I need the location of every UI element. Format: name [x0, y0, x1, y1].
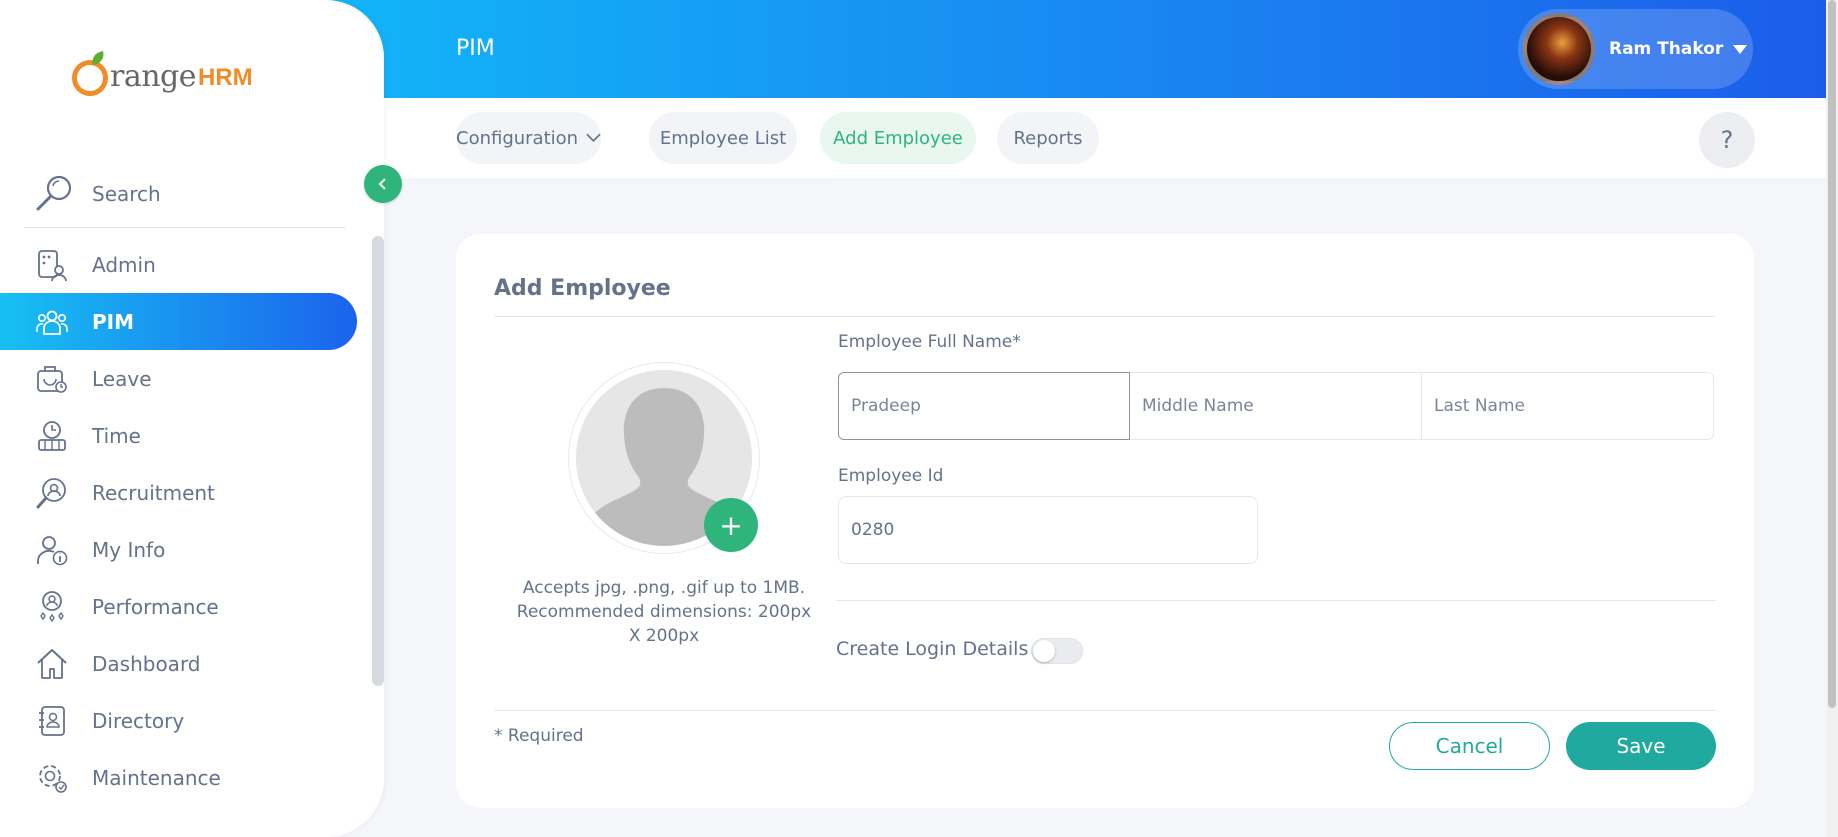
sidebar-item-label: Time	[92, 423, 141, 448]
logo-text-hrm: HRM	[198, 64, 253, 91]
sidebar: range HRM Search Admin PIM Leave Time Re…	[0, 0, 384, 837]
logo-text: range	[110, 58, 197, 94]
time-icon	[34, 418, 70, 454]
sidebar-item-leave[interactable]: Leave	[0, 350, 384, 407]
save-button[interactable]: Save	[1566, 722, 1716, 770]
top-navigation: Configuration Employee List Add Employee…	[384, 98, 1826, 178]
page-title: PIM	[456, 36, 495, 61]
tab-employee-list[interactable]: Employee List	[649, 112, 797, 164]
tab-label: Employee List	[659, 127, 787, 149]
title-divider	[494, 316, 1716, 317]
middle-name-input[interactable]	[1130, 372, 1422, 440]
toggle-knob	[1033, 640, 1055, 662]
add-photo-button[interactable]: +	[704, 498, 758, 552]
create-login-toggle[interactable]	[1031, 638, 1083, 664]
tab-reports[interactable]: Reports	[997, 112, 1099, 164]
sidebar-menu: Admin PIM Leave Time Recruitment My Info…	[0, 236, 384, 806]
sidebar-scrollbar[interactable]	[372, 236, 384, 686]
sidebar-item-time[interactable]: Time	[0, 407, 384, 464]
employee-id-label: Employee Id	[838, 466, 944, 486]
required-note: * Required	[494, 726, 584, 746]
orange-logo-icon	[72, 50, 108, 96]
sidebar-item-performance[interactable]: Performance	[0, 578, 384, 635]
performance-icon	[34, 589, 70, 625]
sidebar-item-my-info[interactable]: My Info	[0, 521, 384, 578]
add-employee-card: Add Employee + Accepts jpg, .png, .gif u…	[456, 234, 1754, 808]
avatar	[1523, 13, 1595, 85]
cancel-button[interactable]: Cancel	[1389, 722, 1550, 770]
sidebar-item-dashboard[interactable]: Dashboard	[0, 635, 384, 692]
sidebar-item-label: Admin	[92, 252, 156, 277]
full-name-label: Employee Full Name*	[838, 332, 1021, 352]
full-name-fields	[838, 372, 1714, 440]
sidebar-item-label: My Info	[92, 537, 166, 562]
tab-configuration[interactable]: Configuration	[456, 112, 601, 164]
tab-label: Reports	[1013, 127, 1083, 149]
dashboard-icon	[34, 646, 70, 682]
sidebar-item-label: Leave	[92, 366, 152, 391]
user-menu-dropdown[interactable]: Ram Thakor	[1518, 9, 1753, 89]
employee-id-input[interactable]	[838, 496, 1258, 564]
pim-icon	[34, 304, 70, 340]
sidebar-item-recruitment[interactable]: Recruitment	[0, 464, 384, 521]
page-scrollbar-thumb[interactable]	[1828, 0, 1836, 708]
maintenance-icon	[34, 760, 70, 796]
sidebar-collapse-button[interactable]	[364, 165, 402, 203]
caret-down-icon	[1733, 44, 1748, 54]
my-info-icon	[34, 532, 70, 568]
help-button[interactable]: ?	[1699, 112, 1755, 168]
sidebar-item-label: Maintenance	[92, 765, 221, 790]
sidebar-item-label: Dashboard	[92, 651, 201, 676]
sidebar-item-admin[interactable]: Admin	[0, 236, 384, 293]
sidebar-search[interactable]: Search	[24, 160, 346, 228]
tab-label: Add Employee	[833, 127, 963, 149]
sidebar-item-pim[interactable]: PIM	[0, 293, 357, 350]
first-name-input[interactable]	[838, 372, 1130, 440]
search-label: Search	[92, 181, 161, 206]
photo-upload-hint: Accepts jpg, .png, .gif up to 1MB. Recom…	[516, 578, 812, 646]
search-icon	[36, 175, 72, 210]
directory-icon	[34, 703, 70, 739]
chevron-left-icon	[378, 178, 386, 190]
sidebar-item-label: Performance	[92, 594, 219, 619]
create-login-label: Create Login Details	[836, 638, 1029, 660]
sidebar-item-label: PIM	[92, 309, 135, 334]
orangehrm-logo: range HRM	[72, 42, 272, 102]
sidebar-item-directory[interactable]: Directory	[0, 692, 384, 749]
recruitment-icon	[34, 475, 70, 511]
page-scrollbar[interactable]	[1826, 0, 1838, 837]
sidebar-item-label: Recruitment	[92, 480, 215, 505]
chevron-down-icon	[586, 133, 601, 142]
footer-divider	[494, 710, 1716, 711]
form-title: Add Employee	[494, 276, 671, 301]
tab-label: Configuration	[456, 127, 579, 149]
leave-icon	[34, 361, 70, 397]
admin-icon	[34, 247, 70, 283]
user-name: Ram Thakor	[1609, 39, 1724, 59]
last-name-input[interactable]	[1422, 372, 1714, 440]
section-divider	[836, 600, 1716, 601]
sidebar-item-maintenance[interactable]: Maintenance	[0, 749, 384, 806]
tab-add-employee[interactable]: Add Employee	[820, 112, 976, 164]
sidebar-item-label: Directory	[92, 708, 185, 733]
